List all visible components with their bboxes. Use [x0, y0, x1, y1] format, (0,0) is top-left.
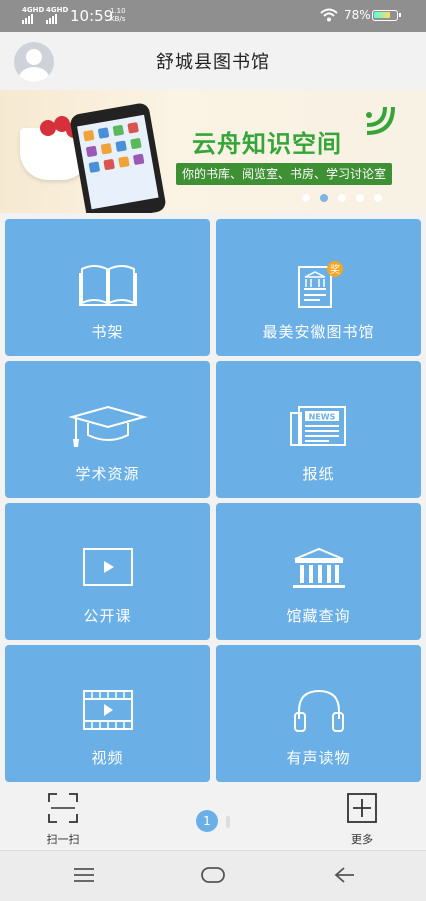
battery-percent: 78%: [344, 8, 371, 22]
video-film-icon: [82, 690, 133, 730]
back-icon[interactable]: [332, 865, 356, 885]
plus-box-icon: [347, 793, 377, 823]
tile-collection-search[interactable]: 馆藏查询: [216, 503, 421, 640]
tile-best-library[interactable]: 奖 最美安徽图书馆: [216, 219, 421, 356]
page-indicator[interactable]: 1: [196, 810, 218, 832]
scan-label: 扫一扫: [46, 833, 80, 846]
phone-image: [69, 101, 167, 213]
app-header: 舒城县图书馆: [0, 32, 426, 90]
system-nav-bar: [0, 850, 426, 901]
page-indicator-next[interactable]: [226, 816, 230, 828]
bottom-toolbar: 扫一扫 1 更多: [0, 786, 426, 850]
carousel-dots[interactable]: [302, 194, 382, 202]
tile-label: 报纸: [302, 465, 335, 483]
promo-banner[interactable]: 云舟知识空间 你的书库、阅览室、书房、学习讨论室: [0, 90, 426, 213]
headphones-icon: [293, 689, 344, 732]
signal1-icon: [22, 14, 33, 24]
carousel-dot[interactable]: [356, 194, 364, 202]
sim1-type: 4GHD: [22, 6, 45, 14]
tile-label: 学术资源: [75, 465, 140, 483]
carousel-dot[interactable]: [338, 194, 346, 202]
tile-video[interactable]: 视频: [5, 645, 210, 782]
signal2-icon: [46, 14, 57, 24]
play-screen-icon: [82, 548, 133, 586]
menu-icon[interactable]: [72, 865, 96, 885]
tile-open-course[interactable]: 公开课: [5, 503, 210, 640]
tile-label: 视频: [91, 749, 124, 767]
tile-label: 最美安徽图书馆: [262, 323, 375, 341]
tile-label: 馆藏查询: [286, 607, 351, 625]
carousel-dot[interactable]: [374, 194, 382, 202]
net-speed: 1.10 KB/s: [110, 7, 126, 23]
carousel-dot[interactable]: [302, 194, 310, 202]
sim2-type: 4GHD: [46, 6, 69, 14]
signal-arc-icon: [366, 106, 395, 135]
bookshelf-icon: [78, 265, 137, 306]
tile-label: 书架: [91, 323, 124, 341]
graduation-cap-icon: [67, 405, 148, 447]
tile-newspaper[interactable]: NEWS 报纸: [216, 361, 421, 498]
scan-icon: [48, 793, 78, 823]
scan-button[interactable]: 扫一扫: [38, 792, 88, 847]
clock: 10:59: [70, 7, 114, 25]
home-icon[interactable]: [200, 865, 226, 885]
tile-audiobooks[interactable]: 有声读物: [216, 645, 421, 782]
banner-title: 云舟知识空间: [192, 130, 342, 158]
battery-icon: [372, 10, 401, 21]
more-button[interactable]: 更多: [337, 792, 387, 847]
wifi-icon: [320, 8, 338, 22]
museum-building-icon: [292, 547, 345, 588]
tile-bookshelf[interactable]: 书架: [5, 219, 210, 356]
page-title: 舒城县图书馆: [156, 52, 270, 73]
library-award-icon: 奖: [297, 261, 343, 308]
award-badge-text: 奖: [330, 263, 340, 276]
carousel-dot[interactable]: [320, 194, 328, 202]
newspaper-icon: NEWS: [289, 406, 346, 446]
news-label: NEWS: [308, 413, 335, 422]
tile-academic-resources[interactable]: 学术资源: [5, 361, 210, 498]
banner-subtitle: 你的书库、阅览室、书房、学习讨论室: [176, 163, 393, 185]
tile-label: 公开课: [83, 607, 132, 625]
tile-label: 有声读物: [286, 749, 351, 767]
more-label: 更多: [351, 833, 373, 846]
status-bar: 4GHD 4GHD 10:59 1.10 KB/s 78%: [0, 0, 426, 32]
